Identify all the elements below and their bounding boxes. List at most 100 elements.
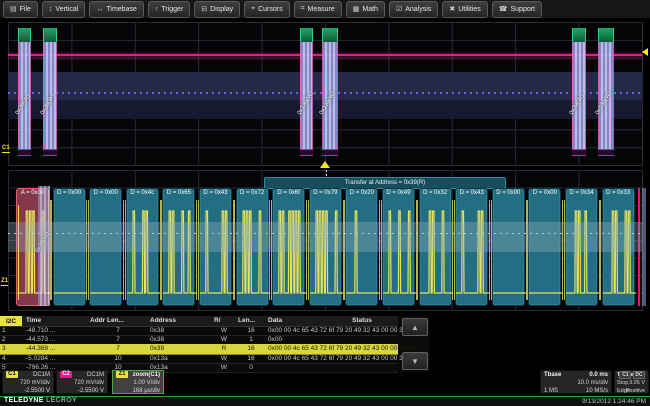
i2c-burst-bar: 0x3a(W) [572,28,586,156]
burst-scl-cap [300,28,313,42]
main-waveform-grid: 0x38(W)0x38(W)0x13a(W)0x13a(W)0x3a(W)0x1… [8,22,643,166]
stop-condition-bar [642,188,646,306]
menu-item-measure[interactable]: ⌗Measure [294,1,342,18]
cell-addrlen: 7 [90,327,146,334]
timebase-samples: 1 MS [544,388,558,394]
menu-item-label: Math [362,6,378,13]
segment-label: D = 0x00 [493,190,524,196]
cell-time: -44.573 ... [26,336,55,343]
cell-len: 16 [238,345,264,352]
menu-item-label: Utilities [458,6,481,13]
cell-rw: W [214,364,234,371]
z1-trace-tag[interactable]: Z1 [1,278,8,284]
table-protocol-tag[interactable]: I2C [0,316,22,326]
cell-addrlen: 7 [90,345,146,352]
menu-item-label: Support [510,6,535,13]
i2c-data-segment: D = 0x00 [492,188,525,306]
utilities-icon: ✖ [449,5,455,13]
burst-stop-cap [18,149,31,156]
menu-item-utilities[interactable]: ✖Utilities [442,1,487,18]
start-condition-label: 0x39(W) [35,231,52,254]
trigger-slope: Positive [626,387,645,395]
burst-stop-cap [572,149,586,156]
cell-data: 0x00 00 4c 65 43 72 6f 79 20 49 32 43 00… [268,345,415,352]
c1-badge: C1 [6,371,18,378]
c1-trace-tag[interactable]: C1 [2,145,10,151]
timebase-delay: 0.0 ms [589,371,608,379]
cell-index: 1 [2,327,6,334]
cell-len: 0 [238,364,264,371]
scroll-down-button[interactable]: ▼ [402,352,428,370]
menu-item-timebase[interactable]: ↔Timebase [89,1,143,18]
menu-item-support[interactable]: ☎Support [492,1,542,18]
menu-item-file[interactable]: ▤File [3,1,38,18]
segment-label: D = 0x4c [127,190,158,196]
c1-descriptor[interactable]: C1DC1M 720 mV/div -2.5500 V [2,370,54,394]
trigger-level: 3.05 V [629,379,645,387]
i2c-data-segment: D = 0x49 [382,188,415,306]
sda-waveform [127,189,160,307]
footer-bar: TELEDYNE LECROY 9/13/2012 1:24:46 PM [0,397,650,406]
i2c-burst-bar: 0x13a(W) [322,28,338,156]
z1-descriptor[interactable]: Z1zoom(C1) 1.00 V/div 168 µs/div [112,370,164,394]
i2c-data-segment: D = 0x4c [126,188,159,306]
z1-scale: 1.00 V/div [133,379,160,387]
oscilloscope-app: ▤File↕Vertical↔Timebase ↑Trigger⊟Display⌖… [0,0,650,406]
datetime-label: 9/13/2012 1:24:46 PM [582,398,646,405]
menu-item-display[interactable]: ⊟Display [194,1,240,18]
segment-label: D = 0x43 [456,190,487,196]
burst-scl-cap [322,28,338,42]
sda-waveform [529,189,562,307]
segment-label: D = 0x49 [383,190,414,196]
horizontal-arrows-icon: ↔ [96,6,103,13]
segment-label: D = 0x00 [529,190,560,196]
menu-item-math[interactable]: ▦Math [346,1,385,18]
menu-item-trigger[interactable]: ↑Trigger [148,1,190,18]
column-header-status: Status [352,317,372,324]
segment-label: D = 0x00 [54,190,85,196]
z1-timebase: 168 µs/div [133,387,160,395]
i2c-data-segment: D = 0x00 [89,188,122,306]
i2c-data-segment: D = 0x33 [602,188,635,306]
menu-item-label: Trigger [161,6,183,13]
i2c-decode-table: I2C TimeAddr Len...AddressR/Len...DataSt… [0,316,430,372]
i2c-data-segment: D = 0x6f [272,188,305,306]
segment-label: D = 0x33 [603,190,634,196]
burst-stop-cap [300,149,313,156]
cell-len: 16 [238,327,264,334]
column-header-address: Address [150,317,176,324]
burst-stop-cap [598,149,614,156]
trigger-coupling-badge: DC [633,371,645,379]
sda-waveform [310,189,343,307]
segment-label: D = 0x72 [237,190,268,196]
column-header-len: Len... [238,317,255,324]
trigger-level-marker[interactable] [642,48,648,56]
c2-descriptor[interactable]: C2DC1M 720 mV/div -2.5500 V [56,370,108,394]
cell-data: 0x00 00 4c 65 43 72 6f 79 20 49 32 43 00… [268,355,415,362]
i2c-data-segment: D = 0x20 [345,188,378,306]
i2c-burst-bar: 0x38(W) [43,28,57,156]
menu-item-label: Vertical [55,6,78,13]
cell-time: -44.369 ... [26,345,55,352]
brand-logo: TELEDYNE LECROY [4,397,77,404]
table-scrollbar[interactable]: ▲ ▼ [402,316,428,372]
scroll-up-button[interactable]: ▲ [402,318,428,336]
menu-item-vertical[interactable]: ↕Vertical [42,1,85,18]
analysis-icon: ☑ [396,5,402,13]
menu-item-cursors[interactable]: ⌖Cursors [244,1,289,18]
sda-waveform [383,189,416,307]
menu-item-analysis[interactable]: ☑Analysis [389,1,438,18]
cell-rw: W [214,336,234,343]
burst-scl-cap [598,28,614,42]
timebase-descriptor[interactable]: Tbase0.0 ms 10.0 ms/div 1 MS10 MS/s [540,370,612,394]
segment-label: D = 0x32 [420,190,451,196]
segment-label: D = 0x65 [163,190,194,196]
burst-scl-cap [18,28,31,42]
i2c-data-segment: D = 0x65 [162,188,195,306]
burst-stop-cap [43,149,57,156]
trigger-mode: Stop [617,380,628,386]
cell-index: 4 [2,355,6,362]
trigger-time-marker[interactable] [320,161,330,168]
trigger-descriptor[interactable]: TriggerC1 DC Stop3.05 V EdgePositive [614,370,649,394]
cell-rw: W [214,355,234,362]
